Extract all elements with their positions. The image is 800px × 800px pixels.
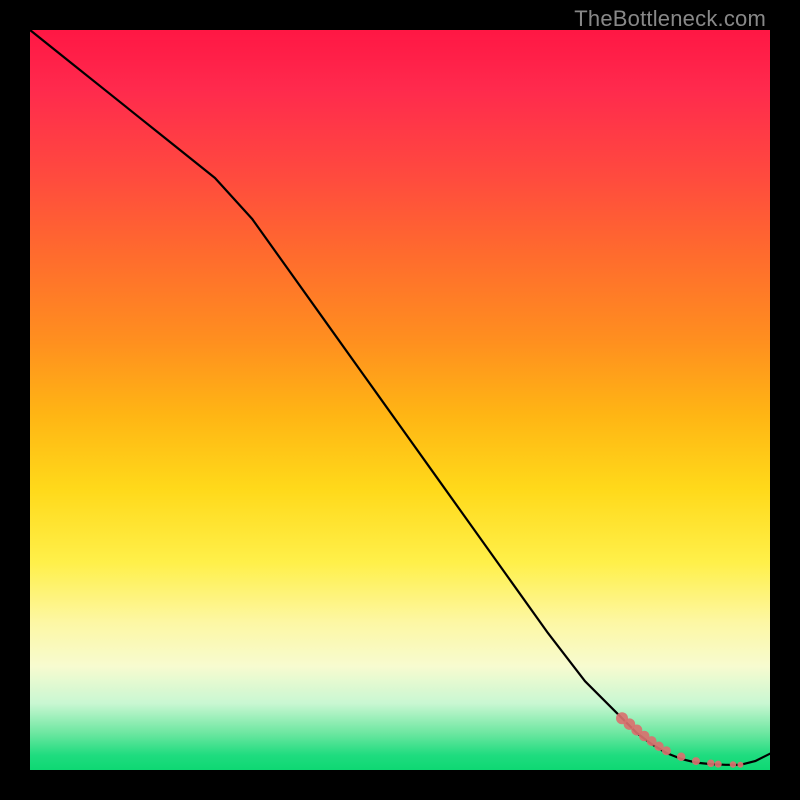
- chart-overlay: [30, 30, 770, 770]
- marker-point: [662, 746, 671, 755]
- marker-point: [707, 760, 715, 768]
- marker-point: [730, 761, 737, 768]
- marker-point: [715, 761, 722, 768]
- chart-stage: TheBottleneck.com: [0, 0, 800, 800]
- marker-point: [737, 762, 743, 768]
- marker-point: [692, 757, 700, 765]
- watermark-text: TheBottleneck.com: [574, 6, 766, 32]
- plot-area: [30, 30, 770, 770]
- marker-point: [677, 752, 686, 761]
- marker-group: [616, 712, 743, 768]
- main-curve: [30, 30, 770, 765]
